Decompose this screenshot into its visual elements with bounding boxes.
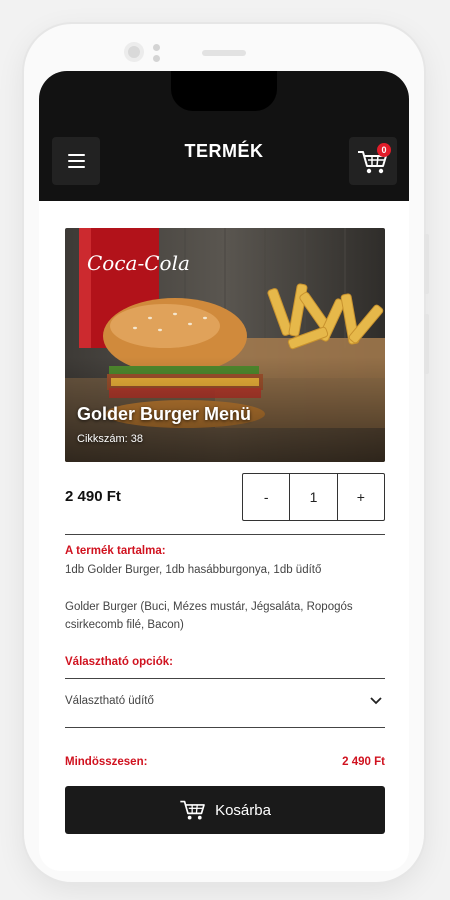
app-header: TERMÉK 0 xyxy=(39,71,409,201)
quantity-increase-button[interactable]: + xyxy=(336,474,384,520)
add-to-cart-label: Kosárba xyxy=(215,801,271,819)
contents-text: 1db Golder Burger, 1db hasábburgonya, 1d… xyxy=(65,564,322,576)
sensor-dot xyxy=(153,44,160,51)
chevron-down-icon xyxy=(370,697,382,705)
cart-count-badge: 0 xyxy=(377,143,391,157)
divider xyxy=(65,727,385,728)
shopping-cart-icon xyxy=(180,800,205,820)
price-row: 2 490 Ft - 1 + xyxy=(65,473,385,521)
burger-menu-photo: Coca-Cola xyxy=(65,228,385,462)
quantity-value[interactable]: 1 xyxy=(289,474,336,520)
divider xyxy=(65,534,385,535)
options-heading: Választható opciók: xyxy=(65,656,173,668)
contents-heading: A termék tartalma: xyxy=(65,545,166,557)
screen-notch xyxy=(171,71,277,111)
drink-select[interactable]: Választható üdítő xyxy=(65,679,385,727)
quantity-decrease-button[interactable]: - xyxy=(243,474,289,520)
speaker-grille xyxy=(202,50,246,56)
product-name: Golder Burger Menü xyxy=(77,404,252,424)
phone-frame: TERMÉK 0 Golder Burger Menü Cikkszám: 38… xyxy=(24,24,429,882)
product-description: Golder Burger (Buci, Mézes mustár, Jégsa… xyxy=(65,601,353,631)
app-screen: TERMÉK 0 Golder Burger Menü Cikkszám: 38… xyxy=(39,71,409,871)
product-sku: Cikkszám: 38 xyxy=(77,433,144,445)
front-camera xyxy=(124,42,144,62)
hamburger-menu-icon xyxy=(67,166,85,168)
drink-select-label: Választható üdítő xyxy=(65,695,154,707)
add-to-cart-button[interactable]: Kosárba xyxy=(65,786,385,834)
total-value: 2 490 Ft xyxy=(342,756,385,768)
sensor-dot xyxy=(153,55,160,62)
product-content: Coca-Cola xyxy=(39,201,409,871)
cart-button[interactable]: 0 xyxy=(349,137,397,185)
volume-button xyxy=(424,234,429,294)
product-image: Coca-Cola xyxy=(65,228,385,462)
quantity-stepper: - 1 + xyxy=(242,473,385,521)
product-price: 2 490 Ft xyxy=(65,488,121,505)
power-button xyxy=(424,314,429,374)
